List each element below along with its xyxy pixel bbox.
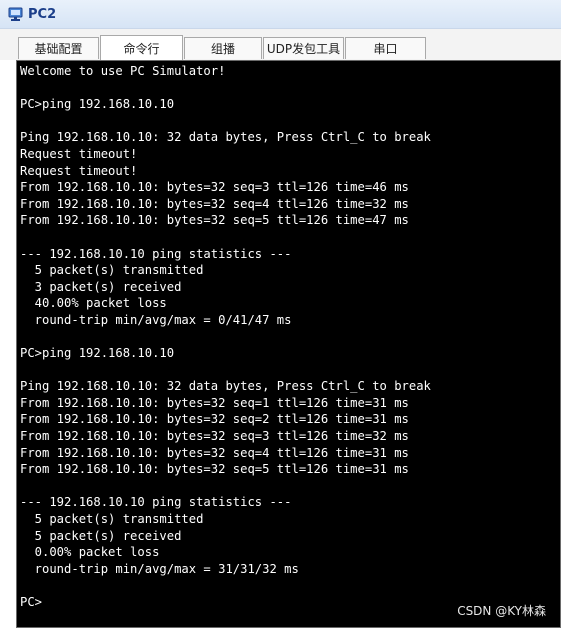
window-title: PC2 xyxy=(28,6,57,22)
terminal-line: PC>ping 192.168.10.10 xyxy=(20,97,175,112)
watermark: CSDN @KY林森 xyxy=(457,604,546,618)
terminal-line: Ping 192.168.10.10: 32 data bytes, Press… xyxy=(20,379,431,394)
terminal-line: PC>ping 192.168.10.10 xyxy=(20,346,175,361)
terminal-line: 5 packet(s) transmitted xyxy=(20,512,204,527)
command-line-terminal[interactable]: Welcome to use PC Simulator! PC>ping 192… xyxy=(16,60,561,628)
title-bar: PC2 xyxy=(0,0,561,29)
terminal-line: 0.00% packet loss xyxy=(20,545,160,560)
terminal-line: 40.00% packet loss xyxy=(20,296,167,311)
tab-bar: 基础配置 命令行 组播 UDP发包工具 串口 xyxy=(0,29,561,60)
tab-multicast[interactable]: 组播 xyxy=(184,37,262,59)
terminal-line: Welcome to use PC Simulator! xyxy=(20,64,226,78)
terminal-line: Request timeout! xyxy=(20,146,138,161)
terminal-line: From 192.168.10.10: bytes=32 seq=3 ttl=1… xyxy=(20,429,409,444)
terminal-line: 5 packet(s) received xyxy=(20,528,182,543)
terminal-output: Welcome to use PC Simulator! PC>ping 192… xyxy=(20,63,431,611)
pc-simulator-window: PC2 基础配置 命令行 组播 UDP发包工具 串口 Welcome to us… xyxy=(0,0,561,628)
terminal-line: From 192.168.10.10: bytes=32 seq=5 ttl=1… xyxy=(20,213,409,228)
terminal-line: From 192.168.10.10: bytes=32 seq=1 ttl=1… xyxy=(20,395,409,410)
terminal-line: round-trip min/avg/max = 0/41/47 ms xyxy=(20,312,292,327)
tab-command-line[interactable]: 命令行 xyxy=(100,35,183,60)
tab-basic-config[interactable]: 基础配置 xyxy=(18,37,99,59)
terminal-line: PC> xyxy=(20,595,43,609)
terminal-line: From 192.168.10.10: bytes=32 seq=3 ttl=1… xyxy=(20,180,409,195)
terminal-line: From 192.168.10.10: bytes=32 seq=5 ttl=1… xyxy=(20,462,409,477)
terminal-line: 3 packet(s) received xyxy=(20,279,182,294)
terminal-line: From 192.168.10.10: bytes=32 seq=4 ttl=1… xyxy=(20,196,409,211)
terminal-line: 5 packet(s) transmitted xyxy=(20,263,204,278)
terminal-line: Request timeout! xyxy=(20,163,138,178)
pc-icon xyxy=(7,6,23,22)
terminal-line: Ping 192.168.10.10: 32 data bytes, Press… xyxy=(20,130,431,145)
terminal-line: --- 192.168.10.10 ping statistics --- xyxy=(20,495,292,510)
terminal-line: round-trip min/avg/max = 31/31/32 ms xyxy=(20,561,299,576)
tab-udp-tool[interactable]: UDP发包工具 xyxy=(263,37,344,59)
terminal-line: From 192.168.10.10: bytes=32 seq=2 ttl=1… xyxy=(20,412,409,427)
terminal-line: From 192.168.10.10: bytes=32 seq=4 ttl=1… xyxy=(20,445,409,460)
tab-serial-port[interactable]: 串口 xyxy=(345,37,426,59)
terminal-line: --- 192.168.10.10 ping statistics --- xyxy=(20,246,292,261)
